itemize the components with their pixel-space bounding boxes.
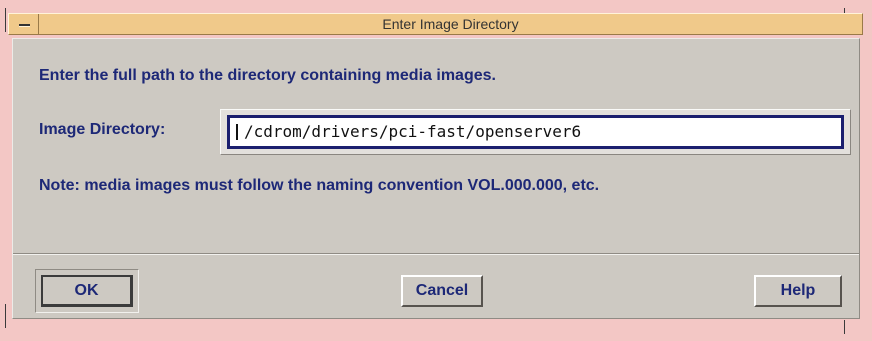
image-directory-input[interactable]: /cdrom/drivers/pci-fast/openserver6 (227, 115, 844, 149)
window-menu-icon (19, 24, 30, 26)
instruction-text: Enter the full path to the directory con… (39, 67, 496, 84)
frame-corner-top-left[interactable] (5, 8, 6, 32)
image-directory-field-frame: /cdrom/drivers/pci-fast/openserver6 (220, 109, 851, 155)
window-title: Enter Image Directory (382, 16, 519, 32)
title-bar[interactable]: Enter Image Directory (8, 13, 863, 35)
help-button[interactable]: Help (754, 275, 842, 307)
button-area-separator (13, 253, 859, 255)
image-directory-label: Image Directory: (39, 121, 166, 138)
cancel-button[interactable]: Cancel (401, 275, 483, 307)
naming-convention-note: Note: media images must follow the namin… (39, 177, 600, 194)
frame-corner-bottom-right[interactable] (844, 320, 845, 334)
frame-corner-bottom-left[interactable] (5, 304, 6, 328)
window-menu-button[interactable] (9, 14, 39, 34)
dialog-body: Enter the full path to the directory con… (12, 38, 860, 319)
text-caret (236, 124, 238, 140)
ok-button[interactable]: OK (41, 275, 133, 307)
image-directory-value: /cdrom/drivers/pci-fast/openserver6 (244, 122, 582, 141)
